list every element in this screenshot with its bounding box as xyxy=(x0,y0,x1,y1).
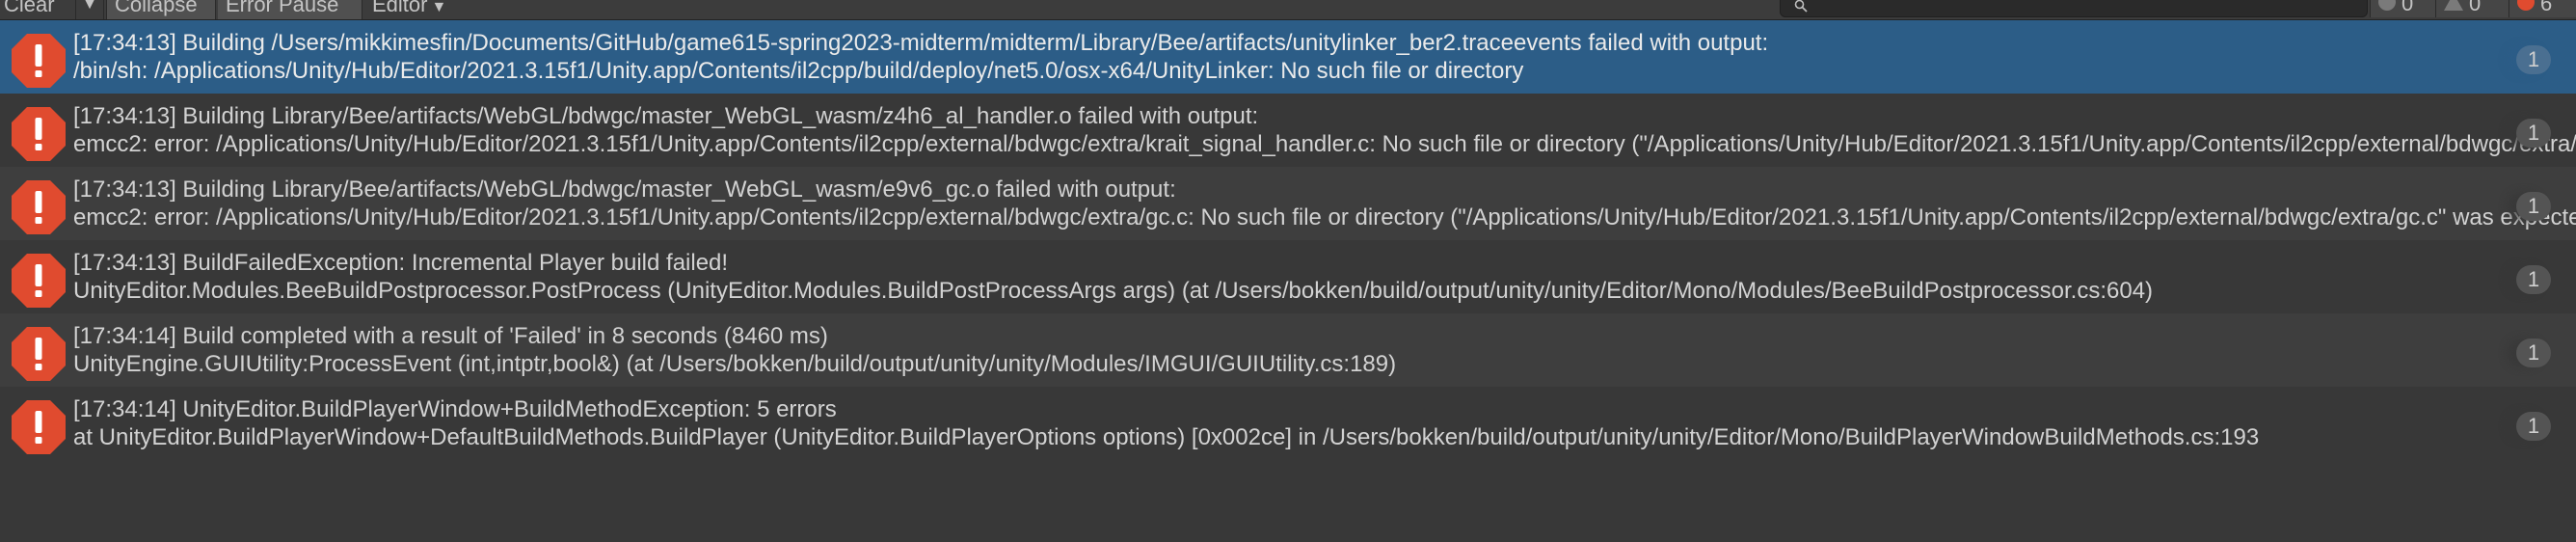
collapse-count-badge: 1 xyxy=(2516,265,2551,294)
warning-count: 0 xyxy=(2469,0,2482,15)
log-detail: emcc2: error: /Applications/Unity/Hub/Ed… xyxy=(73,204,2576,230)
search-input[interactable] xyxy=(1780,0,2368,17)
log-detail-pane xyxy=(0,464,2576,542)
error-octagon-icon xyxy=(12,107,66,161)
console-toolbar: Clear ▼ Collapse Error Pause Editor ▼ 0 0… xyxy=(0,0,2576,20)
caret-down-icon: ▼ xyxy=(82,0,97,13)
error-octagon-icon xyxy=(12,327,66,381)
collapse-count-badge: 1 xyxy=(2516,45,2551,74)
collapse-count-badge: 1 xyxy=(2516,192,2551,221)
clear-button[interactable]: Clear xyxy=(0,0,75,19)
error-icon xyxy=(2517,0,2535,12)
log-detail: UnityEditor.Modules.BeeBuildPostprocesso… xyxy=(73,278,2154,304)
error-octagon-icon xyxy=(12,254,66,308)
log-detail: at UnityEditor.BuildPlayerWindow+Default… xyxy=(73,424,2260,450)
log-list[interactable]: [17:34:13] Building /Users/mikkimesfin/D… xyxy=(0,20,2576,464)
clear-options-dropdown[interactable]: ▼ xyxy=(75,0,104,19)
log-message: [17:34:13] Building Library/Bee/artifact… xyxy=(73,176,1176,203)
log-entry[interactable]: [17:34:14] UnityEditor.BuildPlayerWindow… xyxy=(0,387,2576,460)
log-message: [17:34:14] UnityEditor.BuildPlayerWindow… xyxy=(73,396,837,422)
error-octagon-icon xyxy=(12,400,66,454)
info-count: 0 xyxy=(2402,0,2414,15)
error-octagon-icon xyxy=(12,34,66,88)
log-entry[interactable]: [17:34:13] Building /Users/mikkimesfin/D… xyxy=(0,20,2576,94)
log-message: [17:34:14] Build completed with a result… xyxy=(73,323,828,349)
error-filter-toggle[interactable]: 6 xyxy=(2509,0,2576,17)
error-count: 6 xyxy=(2540,0,2553,15)
log-detail: UnityEngine.GUIUtility:ProcessEvent (int… xyxy=(73,351,1397,377)
log-entry[interactable]: [17:34:13] Building Library/Bee/artifact… xyxy=(0,167,2576,240)
collapse-count-badge: 1 xyxy=(2516,339,2551,367)
warning-filter-toggle[interactable]: 0 xyxy=(2435,0,2509,17)
info-filter-toggle[interactable]: 0 xyxy=(2370,0,2435,17)
collapse-toggle[interactable]: Collapse xyxy=(106,0,216,19)
search-icon xyxy=(1794,0,1808,15)
log-entry[interactable]: [17:34:13] Building Library/Bee/artifact… xyxy=(0,94,2576,167)
log-message: [17:34:13] Building Library/Bee/artifact… xyxy=(73,103,1259,129)
editor-target-dropdown[interactable]: Editor ▼ xyxy=(364,0,457,19)
log-entry[interactable]: [17:34:13] BuildFailedException: Increme… xyxy=(0,240,2576,313)
log-message: [17:34:13] Building /Users/mikkimesfin/D… xyxy=(73,30,1769,56)
console-window: Clear ▼ Collapse Error Pause Editor ▼ 0 0… xyxy=(0,0,2576,542)
collapse-count-badge: 1 xyxy=(2516,412,2551,441)
collapse-count-badge: 1 xyxy=(2516,119,2551,148)
info-icon xyxy=(2378,0,2396,12)
caret-down-icon: ▼ xyxy=(431,0,447,15)
error-octagon-icon xyxy=(12,180,66,234)
log-detail: emcc2: error: /Applications/Unity/Hub/Ed… xyxy=(73,131,2576,157)
log-message: [17:34:13] BuildFailedException: Increme… xyxy=(73,250,729,276)
error-pause-toggle[interactable]: Error Pause xyxy=(218,0,362,19)
warning-icon xyxy=(2444,0,2463,12)
editor-target-label: Editor xyxy=(372,0,428,16)
log-entry[interactable]: [17:34:14] Build completed with a result… xyxy=(0,313,2576,387)
log-detail: /bin/sh: /Applications/Unity/Hub/Editor/… xyxy=(73,58,1524,84)
